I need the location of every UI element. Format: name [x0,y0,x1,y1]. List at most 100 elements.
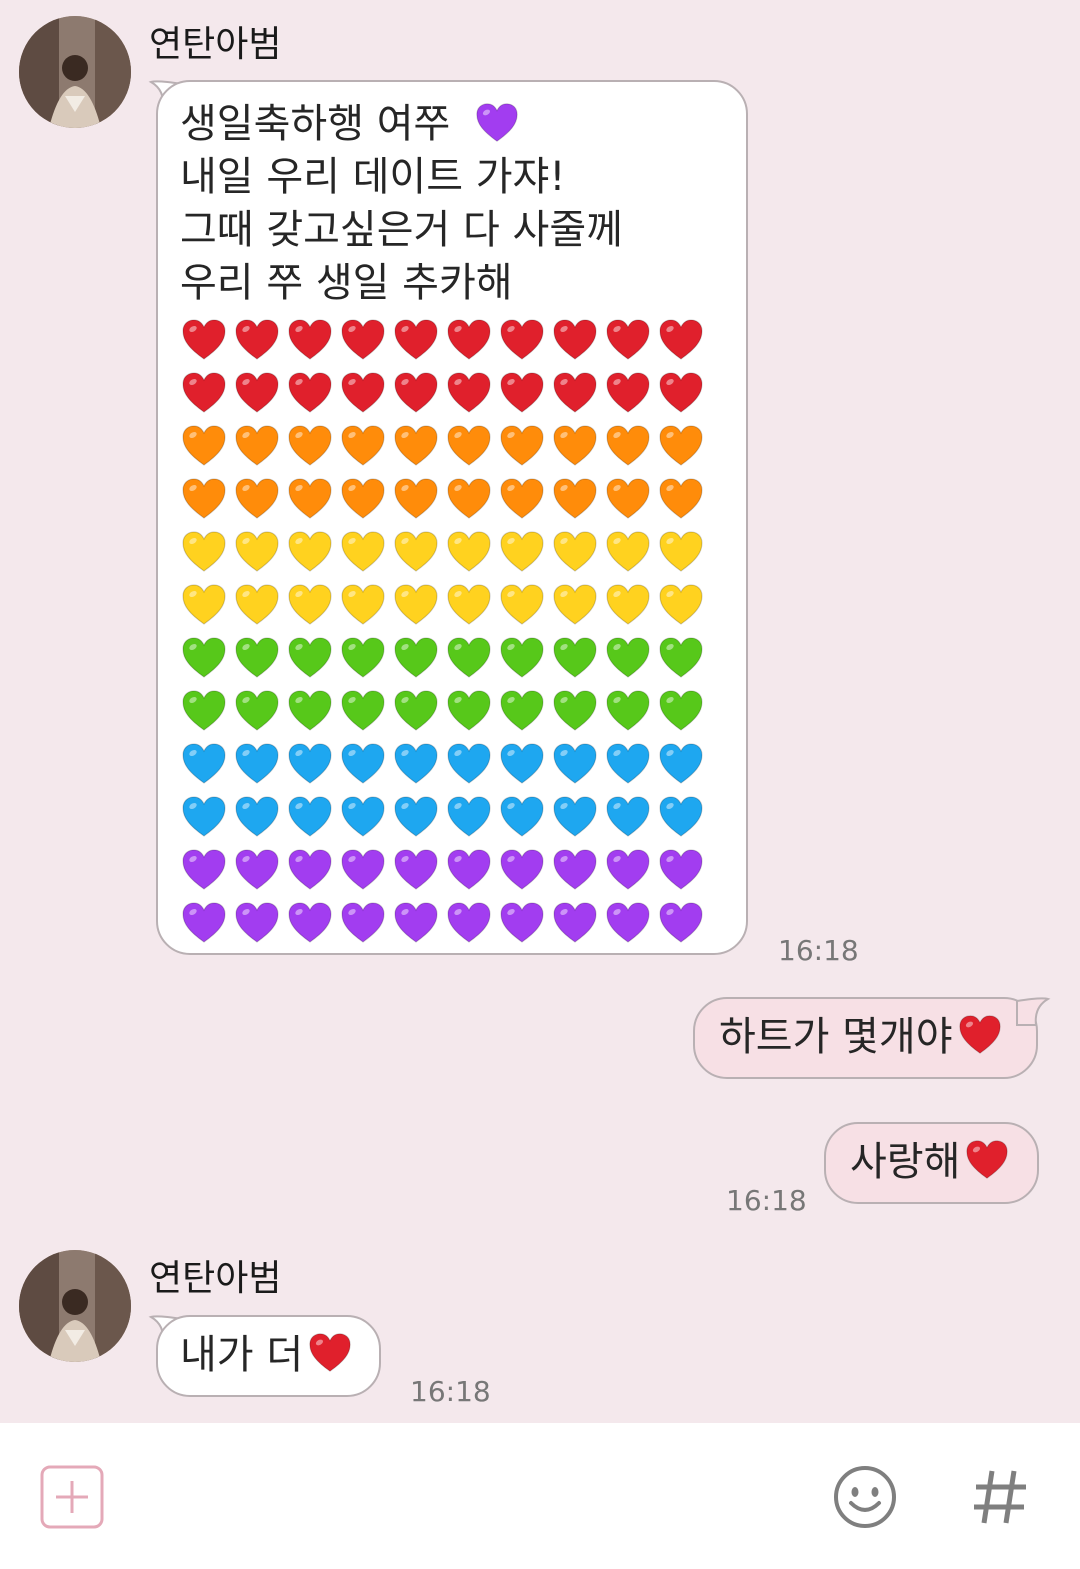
purple-heart-icon [180,899,228,947]
yellow-heart-icon [551,528,599,576]
blue-heart-icon [551,793,599,841]
purple-heart-icon [233,899,281,947]
red-heart-icon [286,369,334,417]
message-bubble-love[interactable]: 사랑해 [824,1122,1039,1204]
yellow-heart-icon [445,528,493,576]
sender-name: 연탄아범 [149,24,282,65]
sender-avatar[interactable] [19,16,131,128]
message-time: 16:18 [410,1375,491,1408]
red-heart-icon [339,316,387,364]
blue-heart-icon [392,793,440,841]
yellow-heart-icon [445,581,493,629]
purple-heart-icon [604,899,652,947]
purple-heart-icon [286,899,334,947]
sender-name: 연탄아범 [149,1258,282,1299]
message-time: 16:18 [778,934,859,967]
yellow-heart-icon [392,581,440,629]
heart-row [180,369,726,417]
orange-heart-icon [339,422,387,470]
blue-heart-icon [339,740,387,788]
yellow-heart-icon [339,581,387,629]
green-heart-icon [233,687,281,735]
blue-heart-icon [180,740,228,788]
sender-avatar[interactable] [19,1250,131,1362]
plus-icon[interactable] [40,1465,104,1529]
blue-heart-icon [286,793,334,841]
purple-heart-icon [339,846,387,894]
orange-heart-icon [339,475,387,523]
orange-heart-icon [286,422,334,470]
heart-row [180,475,726,523]
green-heart-icon [286,687,334,735]
emoji-icon[interactable] [833,1465,897,1529]
green-heart-icon [392,687,440,735]
orange-heart-icon [180,475,228,523]
blue-heart-icon [286,740,334,788]
yellow-heart-icon [286,528,334,576]
message-bubble-me-more[interactable]: 내가 더 [156,1315,381,1397]
green-heart-icon [551,687,599,735]
green-heart-icon [339,687,387,735]
orange-heart-icon [657,422,705,470]
orange-heart-icon [180,422,228,470]
orange-heart-icon [445,475,493,523]
purple-heart-icon [604,846,652,894]
message-text: 내가 더 [180,1332,304,1378]
yellow-heart-icon [657,581,705,629]
yellow-heart-icon [392,528,440,576]
green-heart-icon [657,687,705,735]
orange-heart-icon [445,422,493,470]
orange-heart-icon [657,475,705,523]
purple-heart-icon [498,899,546,947]
purple-heart-icon [392,899,440,947]
purple-heart-icon [180,846,228,894]
purple-heart-icon [392,846,440,894]
orange-heart-icon [604,475,652,523]
purple-heart-icon [551,899,599,947]
purple-heart-icon [657,899,705,947]
blue-heart-icon [445,740,493,788]
green-heart-icon [657,634,705,682]
purple-heart-icon [551,846,599,894]
heart-row [180,422,726,470]
red-heart-icon [233,316,281,364]
red-heart-icon [604,316,652,364]
purple-heart-icon [445,846,493,894]
red-heart-icon [286,316,334,364]
red-heart-icon [180,369,228,417]
blue-heart-icon [339,793,387,841]
red-heart-icon [233,369,281,417]
red-heart-icon [392,316,440,364]
red-heart-icon [392,369,440,417]
blue-heart-icon [657,793,705,841]
heart-row [180,528,726,576]
purple-heart-icon [498,846,546,894]
blue-heart-icon [498,740,546,788]
heart-row [180,846,726,894]
red-heart-icon [305,1330,355,1376]
red-heart-icon [604,369,652,417]
blue-heart-icon [233,793,281,841]
blue-heart-icon [498,793,546,841]
heart-row [180,740,726,788]
input-bar [0,1423,1080,1569]
yellow-heart-icon [604,581,652,629]
blue-heart-icon [551,740,599,788]
blue-heart-icon [604,793,652,841]
green-heart-icon [604,634,652,682]
message-time: 16:18 [726,1184,807,1217]
yellow-heart-icon [551,581,599,629]
blue-heart-icon [392,740,440,788]
orange-heart-icon [233,475,281,523]
message-text: 사랑해 [850,1139,961,1185]
message-bubble-birthday[interactable]: 생일축하행 여쭈 내일 우리 데이트 가쟈! 그때 갖고싶은거 다 사줄께 우리… [156,80,748,955]
red-heart-icon [657,316,705,364]
red-heart-icon [551,316,599,364]
yellow-heart-icon [339,528,387,576]
hashtag-icon[interactable] [970,1465,1030,1529]
heart-row [180,316,726,364]
message-bubble-heart-count[interactable]: 하트가 몇개야 [693,997,1038,1079]
purple-heart-icon [286,846,334,894]
blue-heart-icon [604,740,652,788]
yellow-heart-icon [233,581,281,629]
